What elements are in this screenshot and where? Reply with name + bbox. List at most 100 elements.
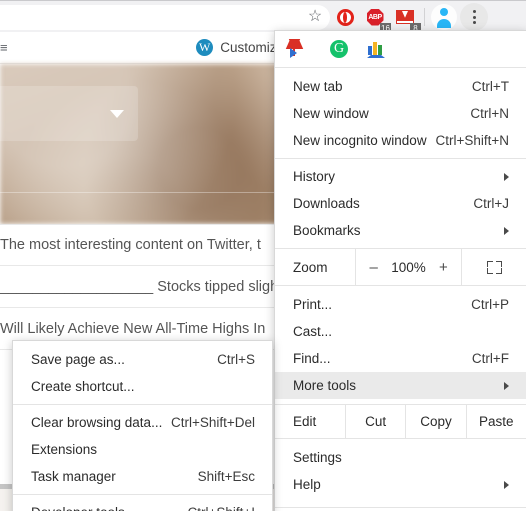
toolbar-icon-group: ☆ ABP 16 8 [300,1,489,34]
menu-item-save-page-as[interactable]: Save page as... Ctrl+S [13,346,272,373]
article-headline: Will Likely Achieve New All-Time Highs I… [0,320,266,337]
article-headline: The most interesting content on Twitter,… [0,237,261,253]
menu-group-browse: History Downloads Ctrl+J Bookmarks [275,163,526,244]
chevron-right-icon [504,172,509,181]
menu-separator [275,158,526,159]
menu-item-task-manager[interactable]: Task manager Shift+Esc [13,463,272,490]
hero-divider [0,192,300,193]
menu-zoom-row: Zoom – 100% + [275,248,526,286]
omnibox[interactable] [0,5,330,30]
menu-item-accelerator: Ctrl+J [473,196,509,211]
menu-group-new: New tab Ctrl+T New window Ctrl+N New inc… [275,68,526,154]
menu-item-clear-browsing-data[interactable]: Clear browsing data... Ctrl+Shift+Del [13,409,272,436]
edit-label: Edit [293,414,317,429]
adblock-extension-button[interactable]: ABP 16 [360,2,391,34]
menu-item-label: Create shortcut... [31,379,135,394]
bookmark-star-icon: ☆ [307,8,323,25]
menu-item-label: Find... [293,351,331,366]
zoom-level-value: 100% [391,259,426,275]
more-tools-submenu: Save page as... Ctrl+S Create shortcut..… [12,340,273,511]
submenu-group-manage: Clear browsing data... Ctrl+Shift+Del Ex… [13,409,272,490]
opera-extension-icon [336,8,354,26]
grammarly-glyph: G [330,40,348,58]
menu-item-accelerator: Ctrl+P [471,297,509,312]
menu-item-developer-tools[interactable]: Developer tools Ctrl+Shift+I [13,499,272,511]
menu-item-find[interactable]: Find... Ctrl+F [275,345,526,372]
menu-group-tools: Print... Ctrl+P Cast... Find... Ctrl+F M… [275,286,526,404]
admin-bar-left-glyph: ≡ [0,40,8,55]
zoom-controls: – 100% + [355,249,462,285]
menu-item-print[interactable]: Print... Ctrl+P [275,291,526,318]
menu-item-label: Save page as... [31,352,125,367]
menu-item-accelerator: Ctrl+Shift+N [435,133,509,148]
menu-item-accelerator: Ctrl+N [470,106,509,121]
menu-item-accelerator: Ctrl+S [217,352,255,367]
menu-item-accelerator: Ctrl+F [471,351,509,366]
menu-item-new-incognito-window[interactable]: New incognito window Ctrl+Shift+N [275,127,526,154]
wordpress-logo-icon: W [196,39,214,56]
fullscreen-icon [486,260,502,274]
menu-item-label: New incognito window [293,133,427,148]
menu-item-label: Task manager [31,469,116,484]
dropdown-caret-icon [110,109,124,118]
menu-item-label: History [293,169,336,184]
submenu-group-devtools: Developer tools Ctrl+Shift+I [13,499,272,511]
chevron-right-icon [504,480,509,489]
copy-button[interactable]: Copy [405,405,465,438]
menu-item-history[interactable]: History [275,163,526,190]
extension-shortcut-row: G [275,31,526,68]
chrome-menu-button[interactable] [459,2,489,32]
menu-edit-row: Edit Cut Copy Paste [275,404,526,439]
menu-item-label: Developer tools [31,505,187,511]
paste-button[interactable]: Paste [465,405,526,438]
menu-item-accelerator: Shift+Esc [197,469,255,484]
menu-item-label: Extensions [31,442,98,457]
analytics-extension-icon[interactable] [367,40,385,58]
menu-separator [13,404,272,405]
chevron-right-icon [504,226,509,235]
chrome-main-menu: G New tab Ctrl+T New window Ctrl+N New i… [274,30,526,511]
zoom-out-button[interactable]: – [363,259,385,276]
chrome-three-dot-menu-icon [460,3,488,31]
menu-item-label: New window [293,106,369,121]
menu-item-label: Settings [293,450,342,465]
menu-item-downloads[interactable]: Downloads Ctrl+J [275,190,526,217]
menu-item-extensions[interactable]: Extensions [13,436,272,463]
gmail-checker-icon [396,10,414,24]
opera-extension-button[interactable] [330,2,360,32]
menu-item-label: Cast... [293,324,333,339]
menu-item-label: More tools [293,378,357,393]
menu-item-more-tools[interactable]: More tools [275,372,526,399]
menu-item-label: Help [293,477,321,492]
menu-item-accelerator: Ctrl+T [471,79,509,94]
article-headline: ___________________ Stocks tipped slight [0,278,283,295]
user-avatar-icon [431,4,457,30]
menu-item-new-tab[interactable]: New tab Ctrl+T [275,73,526,100]
menu-item-label: Bookmarks [293,223,361,238]
menu-item-settings[interactable]: Settings [275,444,526,471]
menu-item-accelerator: Ctrl+Shift+I [187,505,255,511]
grammarly-extension-icon[interactable]: G [330,40,348,58]
zoom-in-button[interactable]: + [432,259,454,276]
menu-item-help[interactable]: Help [275,471,526,498]
browser-toolbar: ☆ ABP 16 8 [0,0,526,34]
gmail-extension-button[interactable]: 8 [390,2,421,34]
menu-item-cast[interactable]: Cast... [275,318,526,345]
browser-window: ☆ ABP 16 8 ≡ W Customize The most intere… [0,0,526,511]
menu-group-settings: Settings Help [275,439,526,503]
chevron-right-icon [504,381,509,390]
menu-item-label: New tab [293,79,343,94]
cut-button[interactable]: Cut [345,405,405,438]
profile-button[interactable] [429,2,459,32]
menu-item-new-window[interactable]: New window Ctrl+N [275,100,526,127]
hero-dropdown-box[interactable] [0,86,138,141]
menu-item-label: Print... [293,297,333,312]
zoom-label: Zoom [293,259,328,275]
menu-item-bookmarks[interactable]: Bookmarks [275,217,526,244]
menu-separator [13,494,272,495]
menu-item-create-shortcut[interactable]: Create shortcut... [13,373,272,400]
gmail-extension-icon[interactable] [290,39,311,58]
bookmark-star-button[interactable]: ☆ [300,2,330,32]
menu-item-accelerator: Ctrl+Shift+Del [170,415,255,430]
fullscreen-button[interactable] [462,249,526,285]
